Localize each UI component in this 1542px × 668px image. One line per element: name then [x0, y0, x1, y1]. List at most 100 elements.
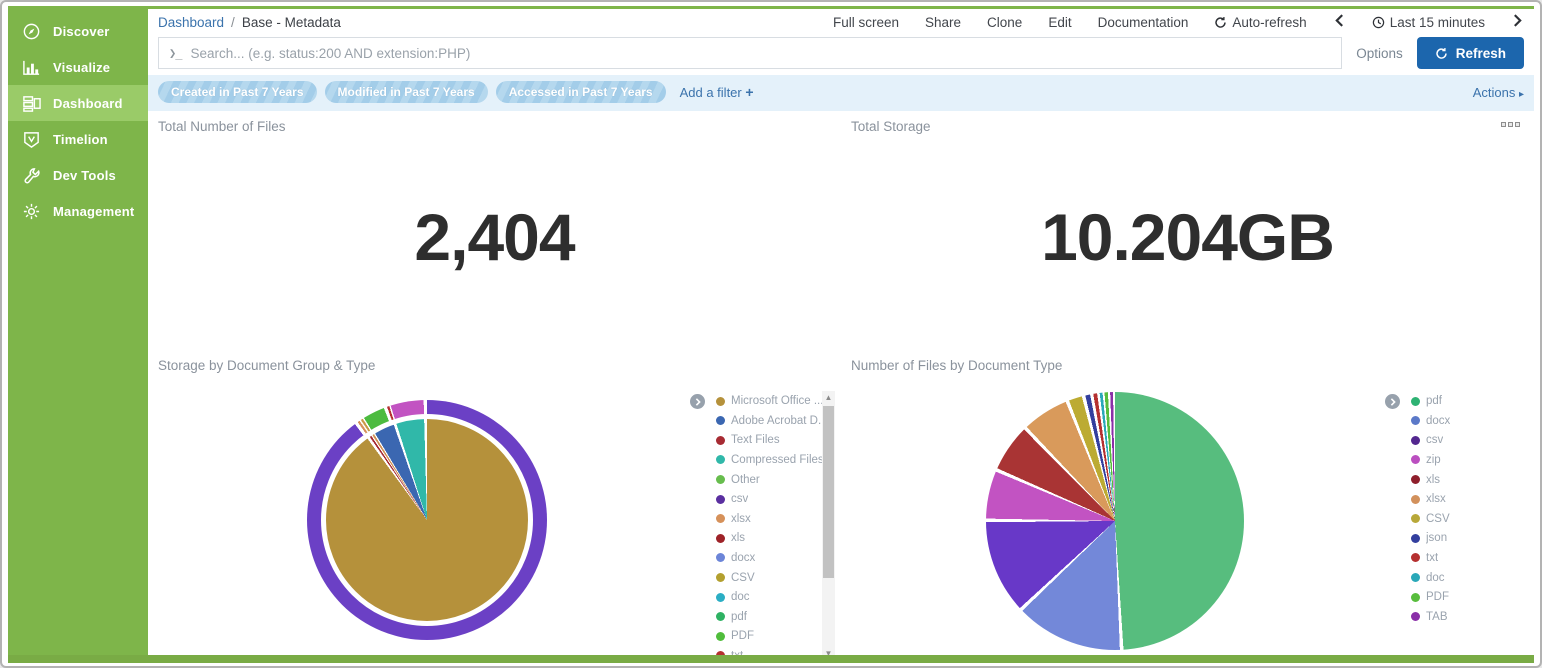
compass-icon	[22, 22, 41, 41]
legend-swatch	[1411, 416, 1420, 425]
legend-item[interactable]: txt	[1411, 548, 1534, 568]
filter-actions-button[interactable]: Actions ▸	[1473, 85, 1524, 100]
dashboard-icon	[22, 94, 41, 113]
legend-swatch	[1411, 612, 1420, 621]
top-menu: Full screen Share Clone Edit Documentati…	[833, 14, 1524, 31]
legend-swatch	[1411, 455, 1420, 464]
sidebar-item-management[interactable]: Management	[8, 193, 148, 229]
legend-label: TAB	[1426, 611, 1448, 623]
clock-icon	[1372, 16, 1385, 29]
legend-swatch	[1411, 514, 1420, 523]
legend-swatch	[1411, 495, 1420, 504]
bar-chart-icon	[22, 58, 41, 77]
legend-label: xls	[1426, 474, 1440, 486]
panel-total-storage: Total Storage 10.204GB	[841, 111, 1534, 350]
panel-title: Total Number of Files	[158, 119, 286, 134]
documentation-link[interactable]: Documentation	[1098, 15, 1189, 30]
panel-total-number-of-files: Total Number of Files 2,404	[148, 111, 841, 350]
scrollbar-thumb[interactable]	[823, 406, 834, 578]
legend-item[interactable]: TAB	[1411, 607, 1534, 627]
sidebar-item-label: Management	[53, 204, 134, 219]
sidebar: Discover Visualize Dashboard Timelion De…	[8, 9, 148, 655]
panel-title: Number of Files by Document Type	[851, 358, 1062, 373]
sidebar-item-visualize[interactable]: Visualize	[8, 49, 148, 85]
legend-item[interactable]: xls	[1411, 470, 1534, 490]
search-input[interactable]	[190, 46, 1331, 61]
legend-item[interactable]: CSV	[1411, 509, 1534, 529]
sidebar-item-timelion[interactable]: Timelion	[8, 121, 148, 157]
edit-button[interactable]: Edit	[1048, 15, 1071, 30]
legend-item[interactable]: json	[1411, 529, 1534, 549]
legend-item[interactable]: zip	[1411, 450, 1534, 470]
sidebar-item-discover[interactable]: Discover	[8, 13, 148, 49]
add-filter-button[interactable]: Add a filter +	[680, 84, 754, 100]
legend-swatch	[716, 416, 725, 425]
panel-title: Total Storage	[851, 119, 931, 134]
legend-label: pdf	[731, 611, 747, 623]
scroll-up-arrow-icon[interactable]: ▲	[822, 391, 835, 403]
legend-swatch	[716, 593, 725, 602]
time-next-button[interactable]	[1511, 14, 1524, 31]
storage-donut-outer-ring[interactable]	[307, 400, 547, 640]
storage-donut-inner-pie[interactable]	[321, 414, 533, 626]
legend-swatch	[716, 514, 725, 523]
legend-label: CSV	[731, 572, 755, 584]
legend-scrollbar[interactable]: ▲ ▼	[822, 391, 835, 655]
legend-label: json	[1426, 532, 1447, 544]
bottom-accent-bar	[8, 655, 1534, 663]
legend-swatch	[716, 651, 725, 655]
legend-label: Compressed Files	[731, 454, 824, 466]
legend-swatch	[716, 573, 725, 582]
legend-label: PDF	[1426, 591, 1449, 603]
legend-swatch	[716, 534, 725, 543]
time-range-picker[interactable]: Last 15 minutes	[1372, 15, 1485, 30]
time-previous-button[interactable]	[1333, 14, 1346, 31]
files-pie-chart[interactable]	[986, 392, 1244, 650]
search-bar: ❯_ Options Refresh	[148, 35, 1534, 75]
full-screen-button[interactable]: Full screen	[833, 15, 899, 30]
legend-item[interactable]: PDF	[1411, 587, 1534, 607]
options-button[interactable]: Options	[1356, 46, 1403, 61]
legend-item[interactable]: doc	[1411, 568, 1534, 588]
legend-label: xls	[731, 532, 745, 544]
panel-options-icon[interactable]	[1501, 122, 1520, 127]
sidebar-item-label: Discover	[53, 24, 110, 39]
sidebar-item-label: Visualize	[53, 60, 110, 75]
legend-item[interactable]: xlsx	[1411, 489, 1534, 509]
chevron-left-icon	[1335, 14, 1344, 27]
sidebar-item-label: Dashboard	[53, 96, 123, 111]
legend-label: Microsoft Office ...	[731, 395, 823, 407]
legend-collapse-button[interactable]	[1385, 394, 1400, 409]
legend-swatch	[716, 436, 725, 445]
scroll-down-arrow-icon[interactable]: ▼	[822, 647, 835, 655]
legend-label: xlsx	[1426, 493, 1446, 505]
legend-item[interactable]: csv	[1411, 431, 1534, 451]
auto-refresh-button[interactable]: Auto-refresh	[1214, 15, 1306, 30]
sidebar-item-dashboard[interactable]: Dashboard	[8, 85, 148, 121]
search-box[interactable]: ❯_	[158, 37, 1342, 69]
refresh-button[interactable]: Refresh	[1417, 37, 1524, 69]
legend-label: docx	[1426, 415, 1450, 427]
filter-pill-accessed[interactable]: Accessed in Past 7 Years	[496, 81, 666, 103]
sidebar-item-dev-tools[interactable]: Dev Tools	[8, 157, 148, 193]
legend-swatch	[1411, 397, 1420, 406]
files-chart-legend: pdf docx csv zip xls xlsx CSV json txtdoc PDF TAB	[1411, 391, 1534, 626]
plus-icon: +	[745, 84, 753, 100]
caret-right-icon: ▸	[1519, 89, 1524, 100]
chevron-right-icon	[1513, 14, 1522, 27]
legend-swatch	[1411, 436, 1420, 445]
legend-item[interactable]: pdf	[1411, 391, 1534, 411]
chevron-right-icon	[694, 398, 702, 406]
legend-collapse-button[interactable]	[690, 394, 705, 409]
legend-item[interactable]: docx	[1411, 411, 1534, 431]
breadcrumb-dashboard-link[interactable]: Dashboard	[158, 15, 224, 30]
clone-button[interactable]: Clone	[987, 15, 1022, 30]
filter-pill-modified[interactable]: Modified in Past 7 Years	[325, 81, 488, 103]
share-button[interactable]: Share	[925, 15, 961, 30]
legend-label: pdf	[1426, 395, 1442, 407]
filter-pill-created[interactable]: Created in Past 7 Years	[158, 81, 317, 103]
legend-label: zip	[1426, 454, 1441, 466]
legend-swatch	[716, 475, 725, 484]
metric-value-total-storage: 10.204GB	[841, 199, 1534, 275]
legend-swatch	[1411, 475, 1420, 484]
